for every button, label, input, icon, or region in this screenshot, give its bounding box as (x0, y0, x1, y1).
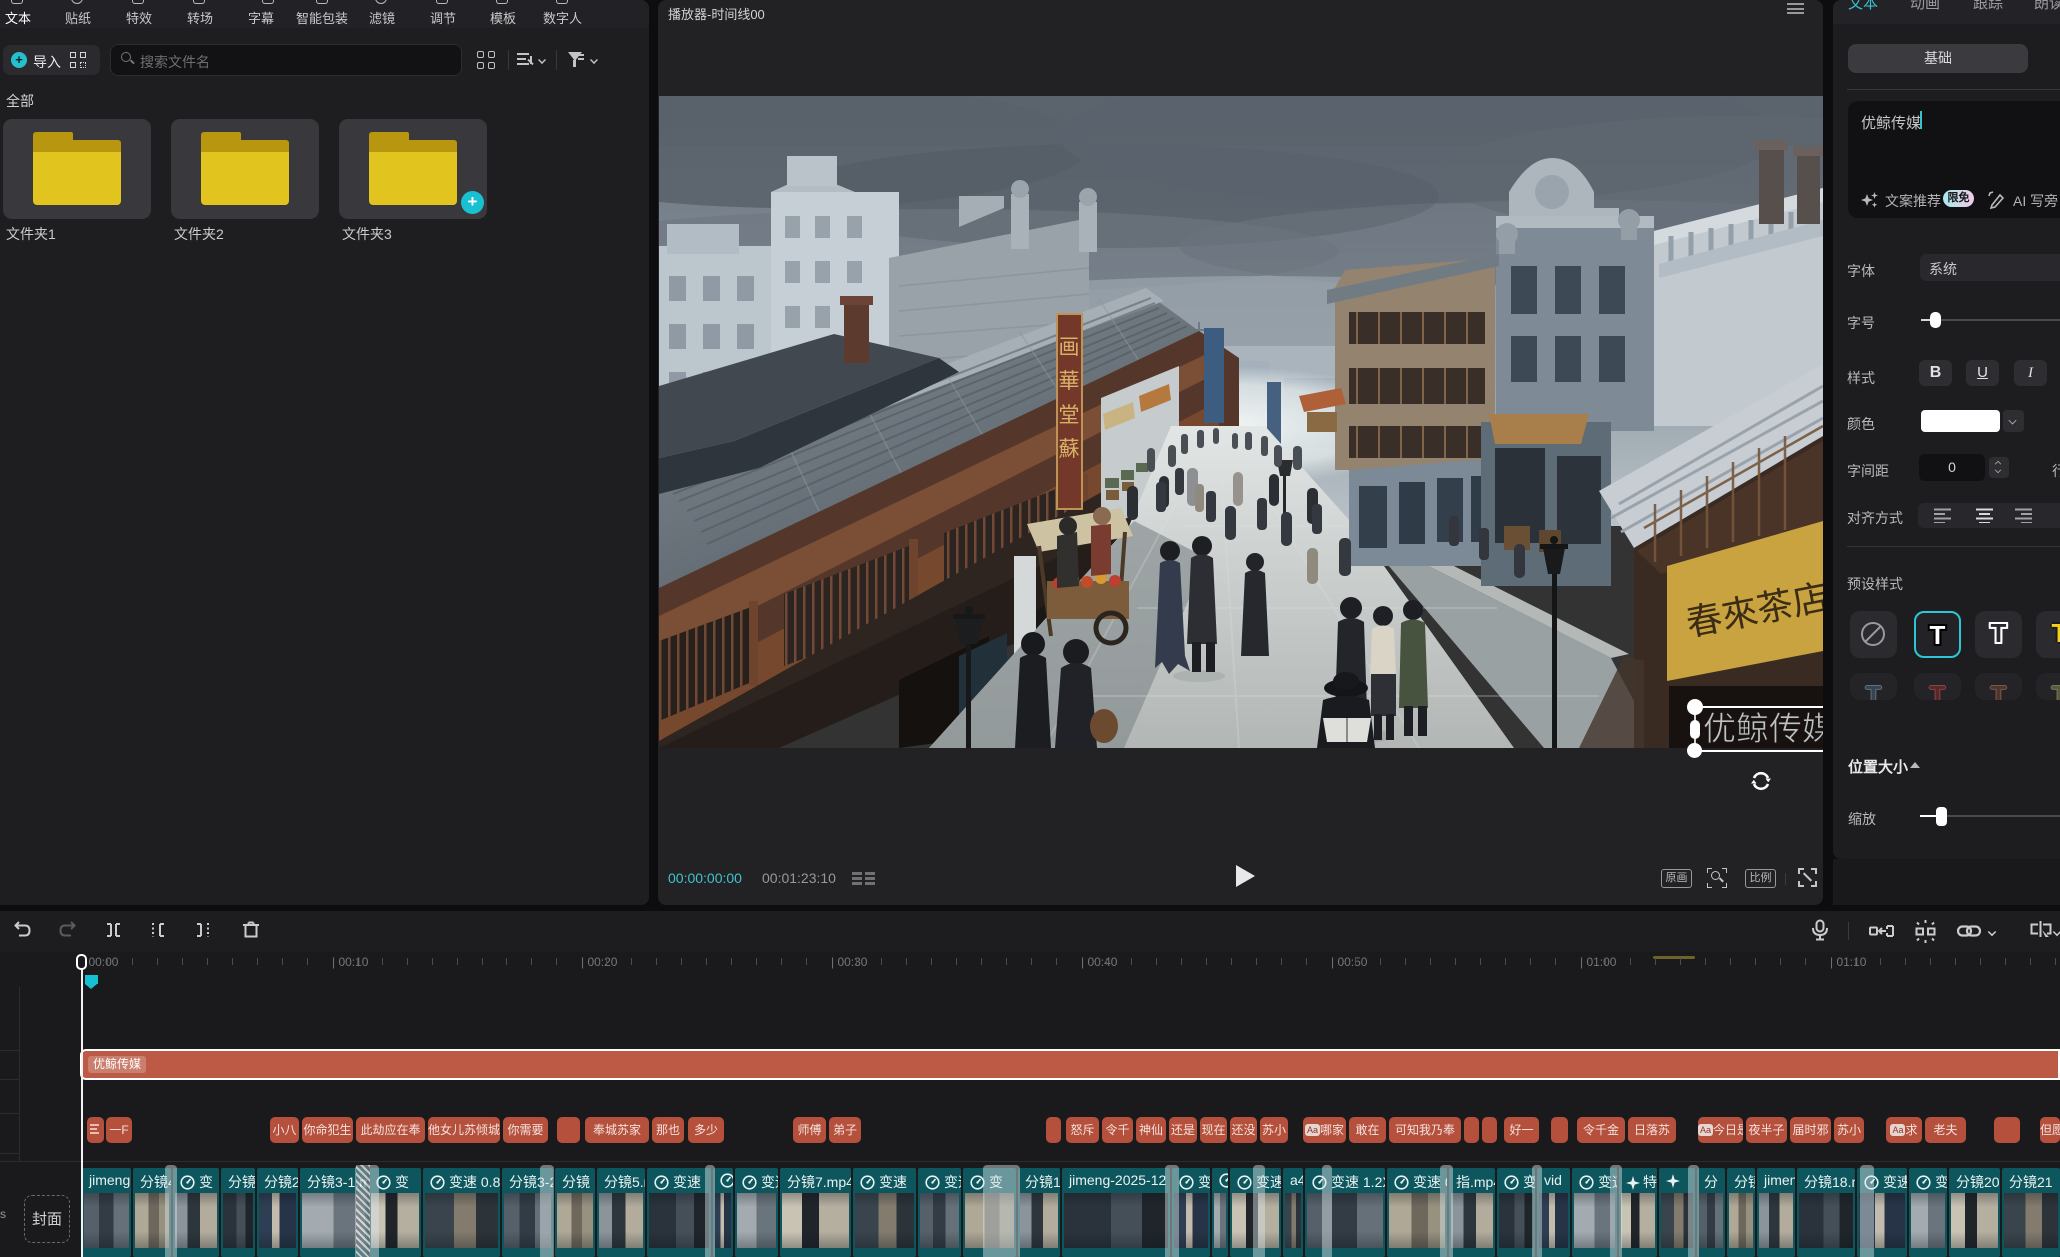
svg-text:堂: 堂 (1059, 404, 1080, 427)
svg-text:華: 華 (1059, 370, 1080, 393)
svg-text:蘇: 蘇 (1059, 438, 1080, 461)
svg-text:画: 画 (1059, 336, 1080, 359)
svg-text:优鲸传媒: 优鲸传媒 (1703, 710, 1823, 747)
